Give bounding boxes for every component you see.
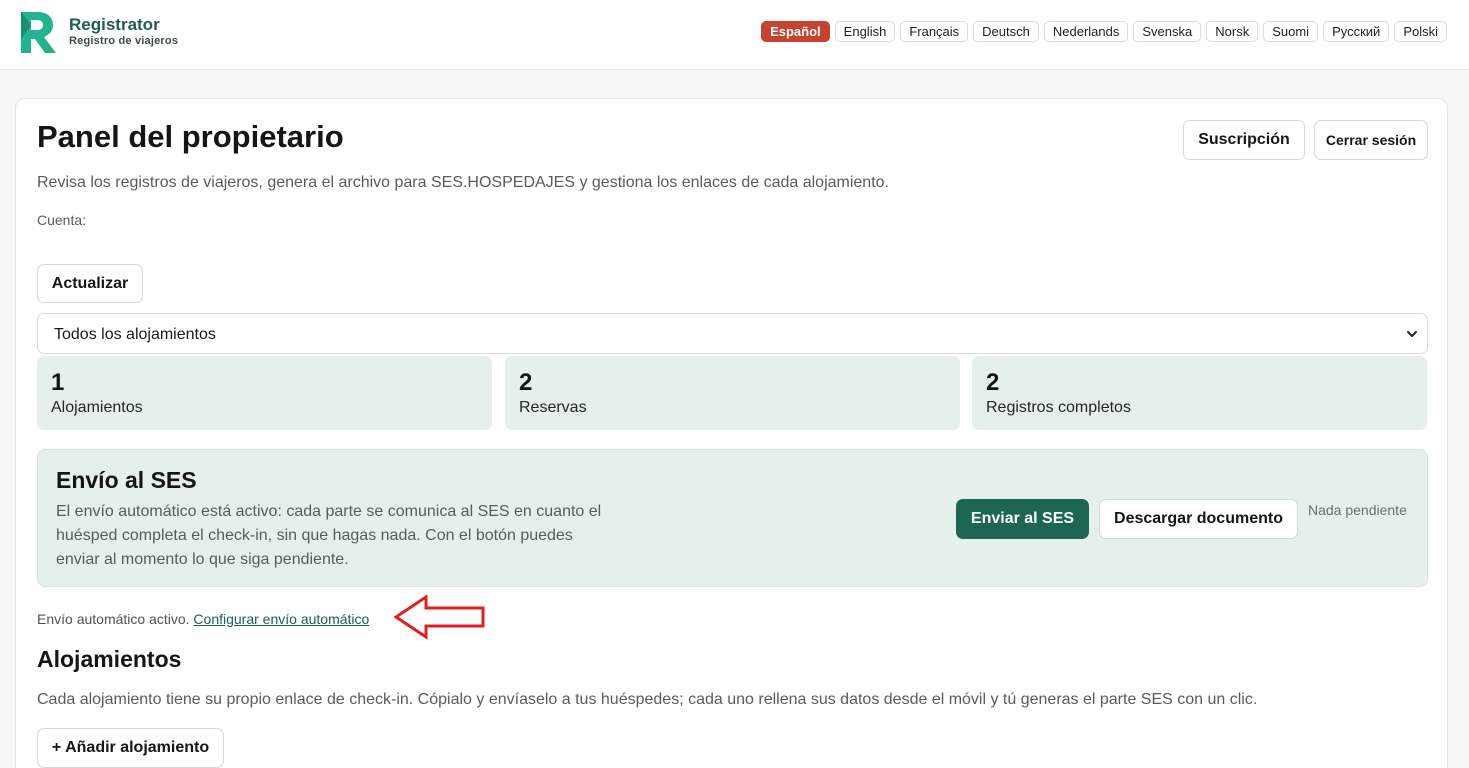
lang-sv-button[interactable]: Svenska bbox=[1133, 21, 1202, 42]
configure-auto-send-link[interactable]: Configurar envío automático bbox=[193, 611, 369, 627]
logout-button[interactable]: Cerrar sesión bbox=[1314, 120, 1428, 160]
ses-panel: Envío al SES El envío automático está ac… bbox=[37, 449, 1428, 587]
stat-bookings: 2 Reservas bbox=[505, 356, 960, 430]
lang-pl-button[interactable]: Polski bbox=[1394, 21, 1447, 42]
brand-subtitle: Registro de viajeros bbox=[69, 35, 179, 47]
page-description: Revisa los registros de viajeros, genera… bbox=[37, 174, 889, 191]
stat-complete-records: 2 Registros completos bbox=[972, 356, 1427, 430]
auto-send-text: Envío automático activo. bbox=[37, 611, 190, 627]
refresh-button[interactable]: Actualizar bbox=[37, 264, 143, 303]
send-to-ses-button[interactable]: Enviar al SES bbox=[956, 499, 1089, 539]
lang-es-button[interactable]: Español bbox=[761, 21, 830, 42]
page-title: Panel del propietario bbox=[37, 119, 344, 154]
ses-description: El envío automático está activo: cada pa… bbox=[56, 503, 602, 568]
lang-ru-button[interactable]: Русский bbox=[1323, 21, 1390, 42]
owner-panel-card: Panel del propietario Suscripción Cerrar… bbox=[15, 98, 1448, 768]
account-label: Cuenta: bbox=[37, 212, 87, 228]
registrator-logo-icon bbox=[18, 9, 58, 55]
stat-label: Registros completos bbox=[986, 399, 1131, 416]
lodging-filter-select[interactable]: Todos los alojamientos bbox=[37, 313, 1428, 354]
add-lodging-button[interactable]: + Añadir alojamiento bbox=[37, 728, 224, 768]
arrow-left-icon bbox=[394, 594, 485, 640]
lang-fi-button[interactable]: Suomi bbox=[1263, 21, 1319, 42]
lang-de-button[interactable]: Deutsch bbox=[973, 21, 1039, 42]
stat-value: 1 bbox=[51, 369, 65, 396]
lodging-filter-value: Todos los alojamientos bbox=[54, 326, 216, 343]
lang-nl-button[interactable]: Nederlands bbox=[1043, 21, 1129, 42]
stat-lodgings: 1 Alojamientos bbox=[37, 356, 492, 430]
brand[interactable]: Registrator Registro de viajeros bbox=[18, 9, 178, 55]
brand-name: Registrator bbox=[69, 15, 160, 34]
auto-send-status: Envío automático activo. Configurar enví… bbox=[37, 611, 369, 627]
ses-title: Envío al SES bbox=[56, 467, 197, 493]
chevron-down-icon bbox=[1407, 331, 1417, 337]
lodgings-title: Alojamientos bbox=[37, 646, 182, 672]
lang-en-button[interactable]: English bbox=[834, 21, 896, 42]
stat-label: Reservas bbox=[519, 399, 587, 416]
language-switcher: Español English Français Deutsch Nederla… bbox=[761, 21, 1447, 42]
ses-status: Nada pendiente bbox=[1308, 502, 1407, 518]
top-bar: Registrator Registro de viajeros Español… bbox=[0, 0, 1469, 70]
lang-fr-button[interactable]: Français bbox=[900, 21, 969, 42]
stat-value: 2 bbox=[986, 369, 1000, 396]
subscription-button[interactable]: Suscripción bbox=[1183, 120, 1305, 160]
lang-no-button[interactable]: Norsk bbox=[1206, 21, 1259, 42]
stat-label: Alojamientos bbox=[51, 399, 143, 416]
download-document-button[interactable]: Descargar documento bbox=[1099, 499, 1298, 539]
lodgings-description: Cada alojamiento tiene su propio enlace … bbox=[37, 691, 1258, 708]
stat-value: 2 bbox=[519, 369, 533, 396]
